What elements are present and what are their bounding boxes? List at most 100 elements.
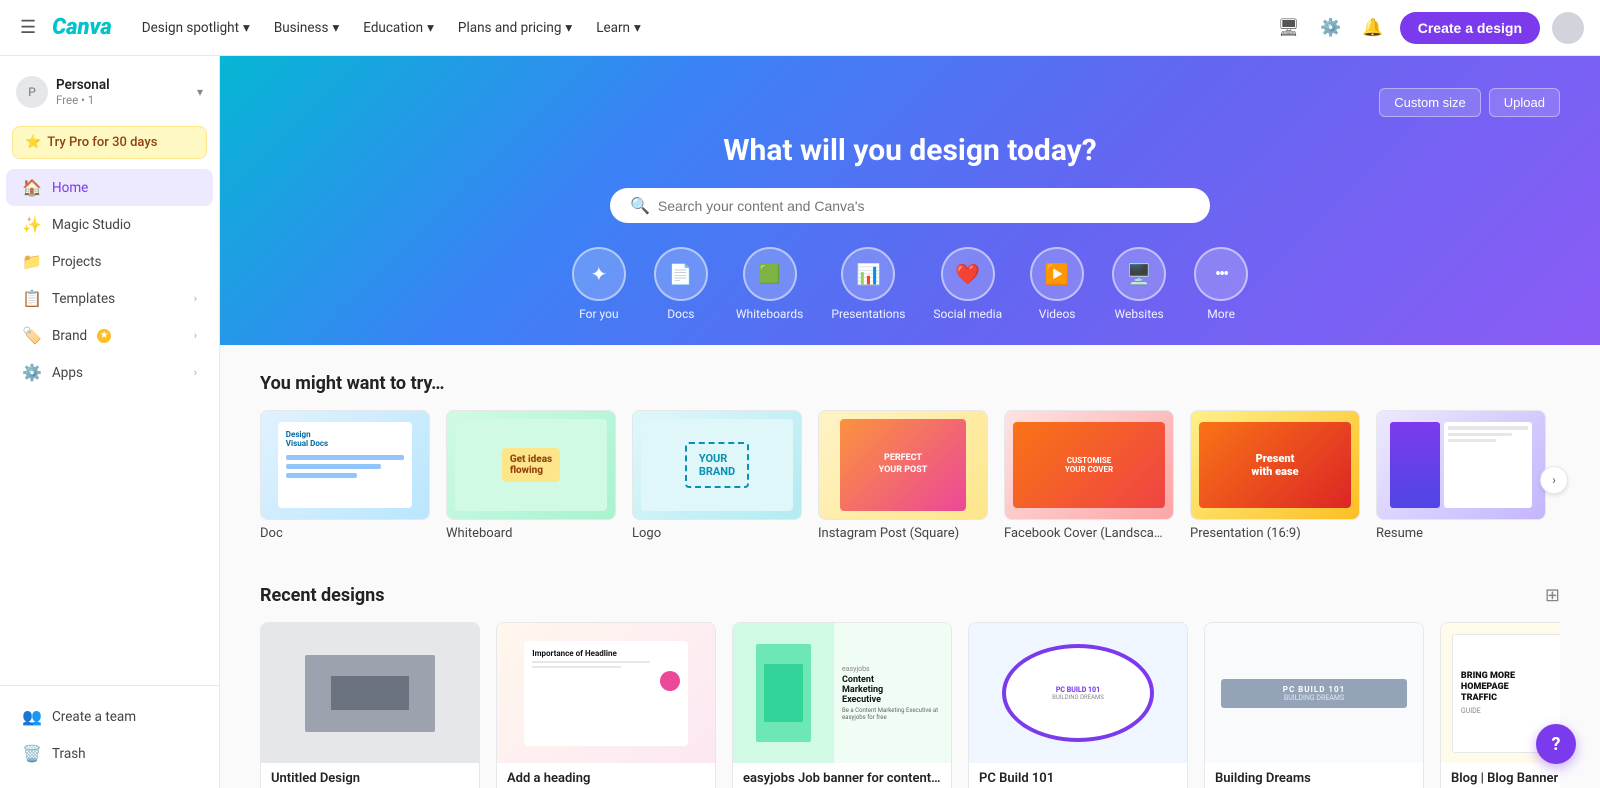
try-card-doc[interactable]: DesignVisual Docs Doc — [260, 410, 430, 541]
upload-button[interactable]: Upload — [1489, 88, 1560, 117]
social-media-icon: ❤️ — [941, 247, 995, 301]
team-icon: 👥 — [22, 707, 42, 726]
sidebar-account-info: Personal Free • 1 — [56, 77, 197, 107]
sidebar-account[interactable]: P Personal Free • 1 ▾ — [0, 68, 219, 116]
hero-title: What will you design today? — [260, 133, 1560, 168]
videos-icon: ▶️ — [1030, 247, 1084, 301]
hero-categories: ✦ For you 📄 Docs 🟩 Whiteboards 📊 Present… — [260, 247, 1560, 321]
try-section-title: You might want to try… — [260, 373, 1560, 394]
chevron-down-icon — [565, 20, 572, 36]
sidebar-item-brand[interactable]: 🏷️ Brand ★ › — [6, 317, 213, 354]
recent-cards-row: Untitled Design Facebook Cover Importanc… — [260, 622, 1560, 788]
recent-card-content-marketing[interactable]: easyjobs ContentMarketingExecutive Be a … — [732, 622, 952, 788]
apps-arrow-icon: › — [194, 366, 197, 379]
settings-icon[interactable]: ⚙️ — [1316, 13, 1346, 43]
menu-plans-pricing[interactable]: Plans and pricing — [448, 14, 582, 42]
account-plan: Free • 1 — [56, 93, 197, 107]
category-more[interactable]: ••• More — [1194, 247, 1248, 321]
chevron-down-icon — [332, 20, 339, 36]
recent-card-info: Untitled Design Facebook Cover — [261, 763, 479, 788]
category-social-media[interactable]: ❤️ Social media — [933, 247, 1002, 321]
templates-arrow-icon: › — [194, 292, 197, 305]
account-chevron-icon: ▾ — [197, 85, 203, 99]
search-icon: 🔍 — [630, 196, 650, 215]
try-card-instagram[interactable]: PERFECTYOUR POST Instagram Post (Square) — [818, 410, 988, 541]
try-card-facebook[interactable]: CUSTOMISEYOUR COVER Facebook Cover (Land… — [1004, 410, 1174, 541]
brand-badge: ★ — [97, 329, 111, 343]
notification-icon[interactable]: 🔔 — [1358, 13, 1388, 43]
brand-icon: 🏷️ — [22, 326, 42, 345]
recent-header: Recent designs ⊞ — [260, 585, 1560, 606]
menu-learn[interactable]: Learn — [586, 14, 651, 42]
presentations-icon: 📊 — [841, 247, 895, 301]
search-input[interactable] — [658, 198, 1190, 214]
category-for-you[interactable]: ✦ For you — [572, 247, 626, 321]
sidebar-item-create-team[interactable]: 👥 Create a team — [6, 698, 213, 735]
for-you-icon: ✦ — [572, 247, 626, 301]
recent-card-untitled[interactable]: Untitled Design Facebook Cover — [260, 622, 480, 788]
category-docs[interactable]: 📄 Docs — [654, 247, 708, 321]
hero-section: Custom size Upload What will you design … — [220, 56, 1600, 345]
apps-icon: ⚙️ — [22, 363, 42, 382]
canva-logo[interactable]: Canva — [52, 15, 112, 40]
topnav-actions: 🖥 ⚙️ 🔔 Create a design — [1274, 12, 1584, 44]
try-card-presentation[interactable]: Presentwith ease Presentation (16:9) — [1190, 410, 1360, 541]
chevron-down-icon — [243, 20, 250, 36]
chevron-down-icon — [427, 20, 434, 36]
try-cards-row: DesignVisual Docs Doc — [260, 410, 1560, 549]
list-view-icon[interactable]: ⊞ — [1545, 585, 1560, 606]
brand-arrow-icon: › — [194, 329, 197, 342]
cards-scroll-right[interactable]: › — [1540, 466, 1568, 494]
sidebar-nav: 🏠 Home ✨ Magic Studio 📁 Projects 📋 Templ… — [0, 165, 219, 395]
recent-card-heading[interactable]: Importance of Headline Add a he — [496, 622, 716, 788]
recent-card-blog-banner[interactable]: BRING MOREHOMEPAGETRAFFIC GUIDE 🖥 Blog |… — [1440, 622, 1560, 788]
sidebar-item-magic-studio[interactable]: ✨ Magic Studio — [6, 206, 213, 243]
try-card-logo[interactable]: YOURBRAND Logo — [632, 410, 802, 541]
content-area: You might want to try… DesignVisual Docs — [220, 345, 1600, 788]
sidebar-item-projects[interactable]: 📁 Projects — [6, 243, 213, 280]
category-whiteboards[interactable]: 🟩 Whiteboards — [736, 247, 804, 321]
account-name: Personal — [56, 77, 197, 93]
try-card-whiteboard[interactable]: Get ideasflowing Whiteboard — [446, 410, 616, 541]
docs-icon: 📄 — [654, 247, 708, 301]
sidebar-item-home[interactable]: 🏠 Home — [6, 169, 213, 206]
top-navigation: ☰ Canva Design spotlight Business Educat… — [0, 0, 1600, 56]
menu-business[interactable]: Business — [264, 14, 349, 42]
recent-card-pc-build[interactable]: PC BUILD 101 BUILDING DREAMS PC Build 10… — [968, 622, 1188, 788]
sidebar-item-apps[interactable]: ⚙️ Apps › — [6, 354, 213, 391]
top-menu: Design spotlight Business Education Plan… — [132, 14, 1262, 42]
menu-design-spotlight[interactable]: Design spotlight — [132, 14, 260, 42]
help-button[interactable]: ? — [1536, 724, 1576, 764]
main-layout: P Personal Free • 1 ▾ ⭐ Try Pro for 30 d… — [0, 0, 1600, 788]
hamburger-menu[interactable]: ☰ — [16, 13, 40, 42]
recent-section-title: Recent designs — [260, 585, 1545, 606]
more-icon: ••• — [1194, 247, 1248, 301]
category-videos[interactable]: ▶️ Videos — [1030, 247, 1084, 321]
sidebar-item-templates[interactable]: 📋 Templates › — [6, 280, 213, 317]
hero-search-bar[interactable]: 🔍 — [610, 188, 1210, 223]
try-card-resume[interactable]: Resume — [1376, 410, 1546, 541]
menu-education[interactable]: Education — [353, 14, 444, 42]
category-websites[interactable]: 🖥️ Websites — [1112, 247, 1166, 321]
custom-size-button[interactable]: Custom size — [1379, 88, 1481, 117]
sidebar-avatar: P — [16, 76, 48, 108]
avatar[interactable] — [1552, 12, 1584, 44]
screen-icon[interactable]: 🖥 — [1274, 13, 1304, 43]
hero-top-buttons: Custom size Upload — [260, 88, 1560, 117]
sidebar: P Personal Free • 1 ▾ ⭐ Try Pro for 30 d… — [0, 56, 220, 788]
category-presentations[interactable]: 📊 Presentations — [831, 247, 905, 321]
create-design-button[interactable]: Create a design — [1400, 12, 1540, 44]
trash-icon: 🗑️ — [22, 744, 42, 763]
try-cards-scroll: DesignVisual Docs Doc — [260, 410, 1560, 549]
chevron-down-icon — [634, 20, 641, 36]
websites-icon: 🖥️ — [1112, 247, 1166, 301]
templates-icon: 📋 — [22, 289, 42, 308]
recent-card-building-dreams[interactable]: PC BUILD 101 BUILDING DREAMS Building Dr… — [1204, 622, 1424, 788]
sidebar-item-trash[interactable]: 🗑️ Trash — [6, 735, 213, 772]
try-pro-button[interactable]: ⭐ Try Pro for 30 days — [12, 126, 207, 159]
try-section: You might want to try… DesignVisual Docs — [260, 373, 1560, 549]
star-icon: ⭐ — [25, 135, 41, 150]
projects-icon: 📁 — [22, 252, 42, 271]
home-icon: 🏠 — [22, 178, 42, 197]
sidebar-bottom-nav: 👥 Create a team 🗑️ Trash — [0, 694, 219, 776]
